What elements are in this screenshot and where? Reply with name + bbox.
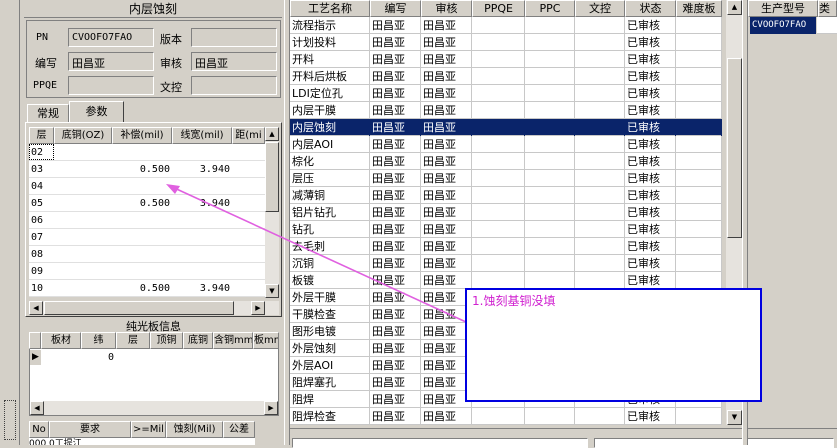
annotation-box: 1.蚀刻基铜没填	[465, 288, 762, 402]
annotation-text: 1.蚀刻基铜没填	[472, 294, 556, 308]
annotation-arrowhead-icon	[166, 184, 180, 194]
annotation-arrow-line	[169, 185, 467, 323]
